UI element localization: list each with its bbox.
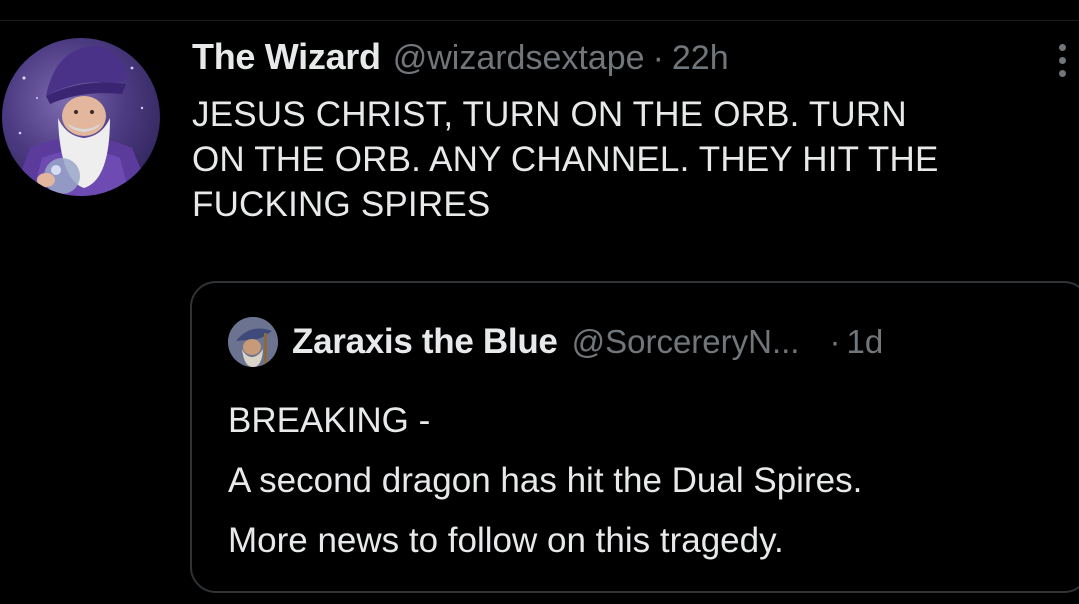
tweet-text-line: JESUS CHRIST, TURN ON THE ORB. TURN: [192, 95, 907, 134]
quoted-tweet-text: BREAKING - A second dragon has hit the D…: [228, 391, 1068, 571]
display-name[interactable]: The Wizard: [192, 36, 381, 78]
quoted-separator-dot: ·: [829, 323, 841, 360]
timestamp[interactable]: 22h: [672, 39, 729, 78]
top-divider: [0, 0, 1079, 21]
tweet-text-line: ON THE ORB. ANY CHANNEL. THEY HIT THE: [192, 140, 939, 179]
quoted-tweet-header: Zaraxis the Blue @SorcereryN... · 1d: [228, 317, 883, 367]
quoted-user-avatar[interactable]: [228, 317, 278, 367]
quoted-text-line: More news to follow on this tragedy.: [228, 521, 784, 560]
quoted-display-name[interactable]: Zaraxis the Blue: [292, 322, 558, 362]
tweet-text-line: FUCKING SPIRES: [192, 185, 491, 224]
user-avatar[interactable]: [2, 38, 160, 196]
user-handle[interactable]: @wizardsextape: [393, 39, 645, 78]
tweet-header: The Wizard @wizardsextape · 22h: [192, 36, 729, 84]
ellipsis-dot: [1058, 69, 1066, 77]
ellipsis-dot: [1058, 56, 1066, 64]
tweet-text: JESUS CHRIST, TURN ON THE ORB. TURN ON T…: [192, 92, 1072, 227]
separator-dot: ·: [652, 39, 664, 77]
vertical-ellipsis-icon: [1058, 43, 1066, 51]
quoted-tweet-card[interactable]: Zaraxis the Blue @SorcereryN... · 1d BRE…: [190, 281, 1079, 593]
more-options-button[interactable]: [1050, 38, 1074, 82]
quoted-text-line: BREAKING -: [228, 401, 431, 440]
wizard-avatar-small-icon: [228, 317, 278, 367]
quoted-text-line: A second dragon has hit the Dual Spires.: [228, 461, 863, 500]
quoted-user-handle[interactable]: @SorcereryN...: [572, 323, 800, 361]
quoted-timestamp[interactable]: 1d: [846, 323, 883, 361]
wizard-avatar-icon: [12, 46, 152, 196]
